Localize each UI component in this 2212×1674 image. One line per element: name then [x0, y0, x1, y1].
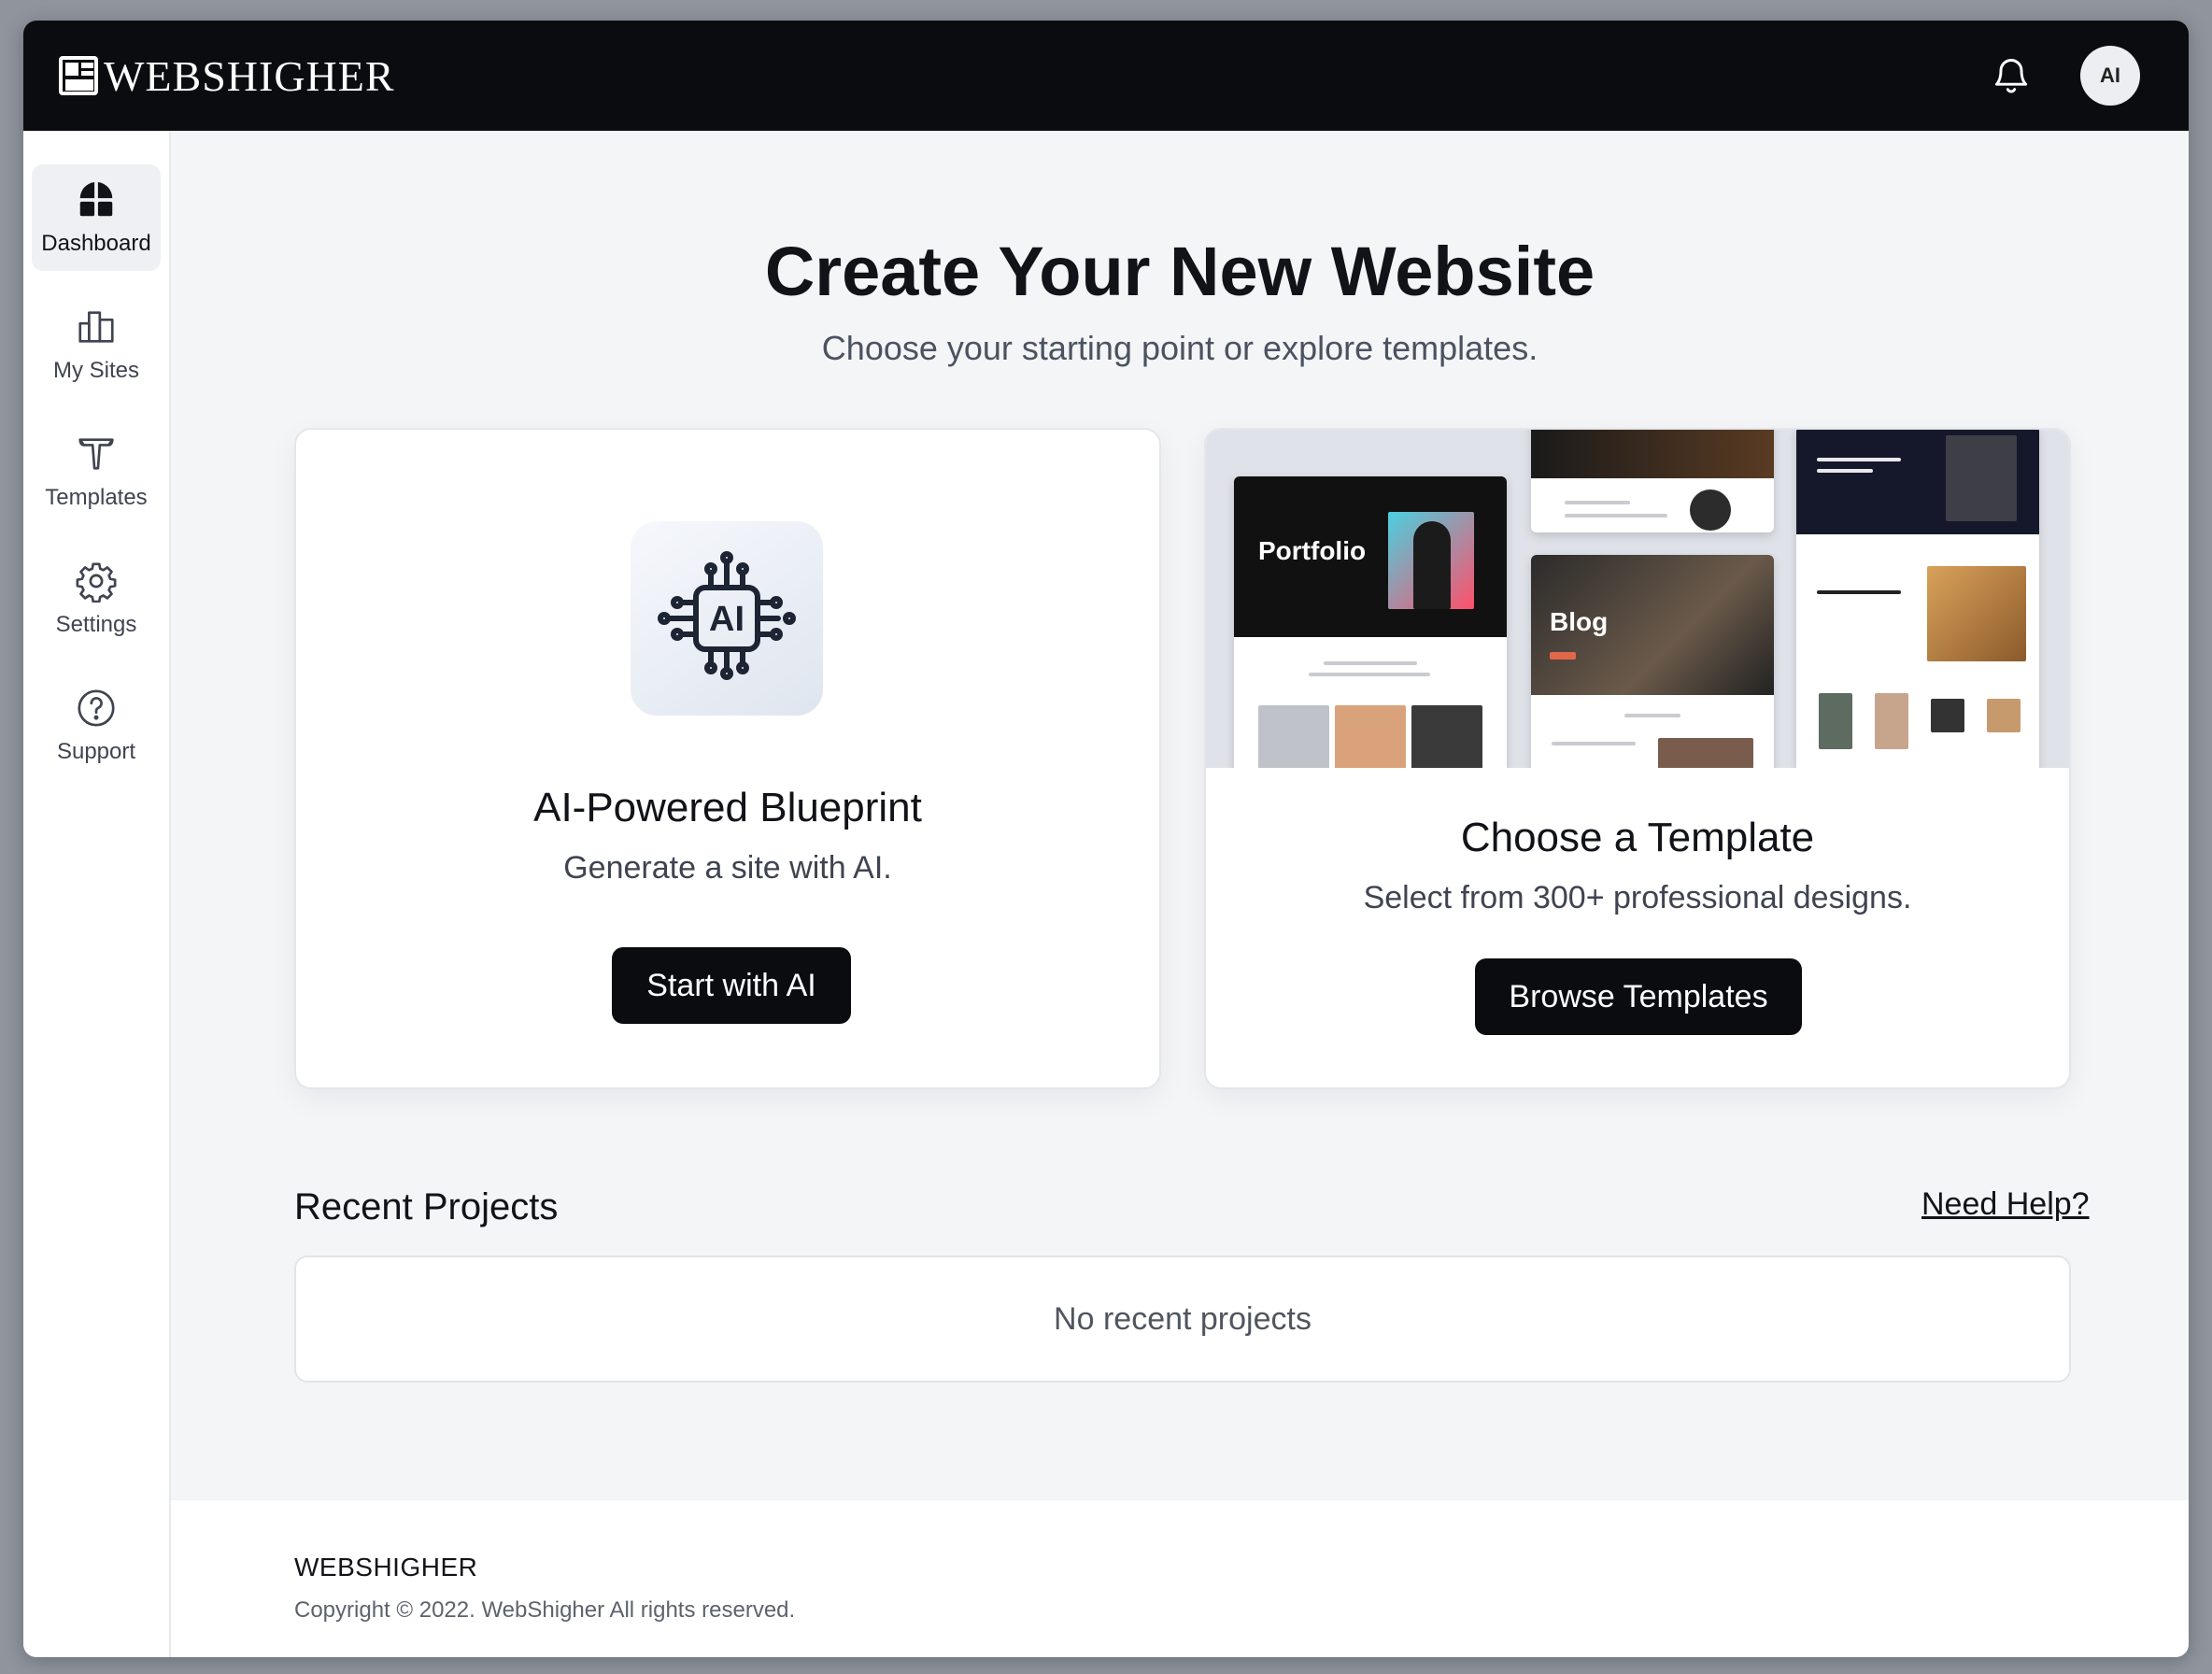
- app-window: WEBSHIGHER AI Dashboard My Sites Templat…: [23, 21, 2189, 1657]
- sites-icon: [78, 311, 114, 343]
- ai-card-subtitle: Generate a site with AI.: [563, 850, 892, 886]
- sidebar: Dashboard My Sites Templates Settings Su…: [23, 131, 171, 1657]
- sidebar-item-label: Templates: [45, 485, 148, 510]
- ai-chip-icon: AI: [631, 521, 823, 716]
- ai-card-title: AI-Powered Blueprint: [533, 785, 922, 830]
- sidebar-item-dashboard[interactable]: Dashboard: [32, 164, 161, 271]
- business-template-preview: [1531, 430, 1774, 532]
- start-with-ai-button[interactable]: Start with AI: [612, 947, 851, 1024]
- page-title: Create Your New Website: [764, 233, 1595, 310]
- blog-preview-title: Blog: [1550, 607, 1609, 636]
- sidebar-item-templates[interactable]: Templates: [32, 418, 161, 525]
- help-circle-icon: [78, 689, 115, 727]
- template-preview-collage: Portfolio Blog: [1206, 430, 2069, 768]
- sidebar-item-label: Settings: [55, 612, 137, 637]
- template-card[interactable]: Portfolio Blog Choose a Template Select …: [1204, 428, 2071, 1089]
- footer-brand: WEBSHIGHER: [294, 1553, 478, 1582]
- main-content: Create Your New Website Choose your star…: [171, 131, 2189, 1657]
- gear-icon: [76, 562, 117, 603]
- footer: WEBSHIGHER Copyright © 2022. WebShigher …: [171, 1500, 2189, 1657]
- bell-icon[interactable]: [1991, 53, 2032, 98]
- sidebar-item-support[interactable]: Support: [32, 673, 161, 779]
- brand-logo-icon: [59, 56, 98, 95]
- sidebar-item-label: My Sites: [52, 358, 139, 383]
- ai-blueprint-card[interactable]: AI AI-Powered Blueprint Generate a site …: [294, 428, 1161, 1089]
- brand[interactable]: WEBSHIGHER: [59, 51, 395, 101]
- sidebar-item-settings[interactable]: Settings: [32, 546, 161, 652]
- sidebar-item-my-sites[interactable]: My Sites: [32, 291, 161, 398]
- portfolio-template-preview: Portfolio: [1234, 476, 1507, 768]
- dashboard-icon: [79, 182, 113, 217]
- sidebar-item-label: Dashboard: [41, 231, 151, 256]
- portfolio-preview-title: Portfolio: [1258, 536, 1367, 565]
- footer-copyright: Copyright © 2022. WebShigher All rights …: [294, 1597, 796, 1623]
- avatar[interactable]: AI: [2080, 46, 2140, 106]
- browse-templates-button[interactable]: Browse Templates: [1475, 958, 1802, 1035]
- templates-icon: [78, 438, 114, 470]
- brand-name: WEBSHIGHER: [104, 51, 395, 100]
- sidebar-item-label: Support: [56, 739, 136, 764]
- recent-projects-list: No recent projects: [294, 1256, 2071, 1383]
- template-card-subtitle: Select from 300+ professional designs.: [1363, 880, 1912, 915]
- page-subtitle: Choose your starting point or explore te…: [821, 329, 1538, 367]
- ecommerce-template-preview: [1796, 430, 2039, 768]
- top-bar: WEBSHIGHER AI: [23, 21, 2189, 131]
- need-help-link[interactable]: Need Help?: [1921, 1186, 2090, 1223]
- blog-template-preview: Blog: [1531, 555, 1774, 768]
- empty-state-text: No recent projects: [1054, 1300, 1312, 1337]
- svg-text:AI: AI: [709, 600, 744, 639]
- template-card-title: Choose a Template: [1460, 815, 1815, 860]
- recent-projects-heading: Recent Projects: [294, 1186, 559, 1227]
